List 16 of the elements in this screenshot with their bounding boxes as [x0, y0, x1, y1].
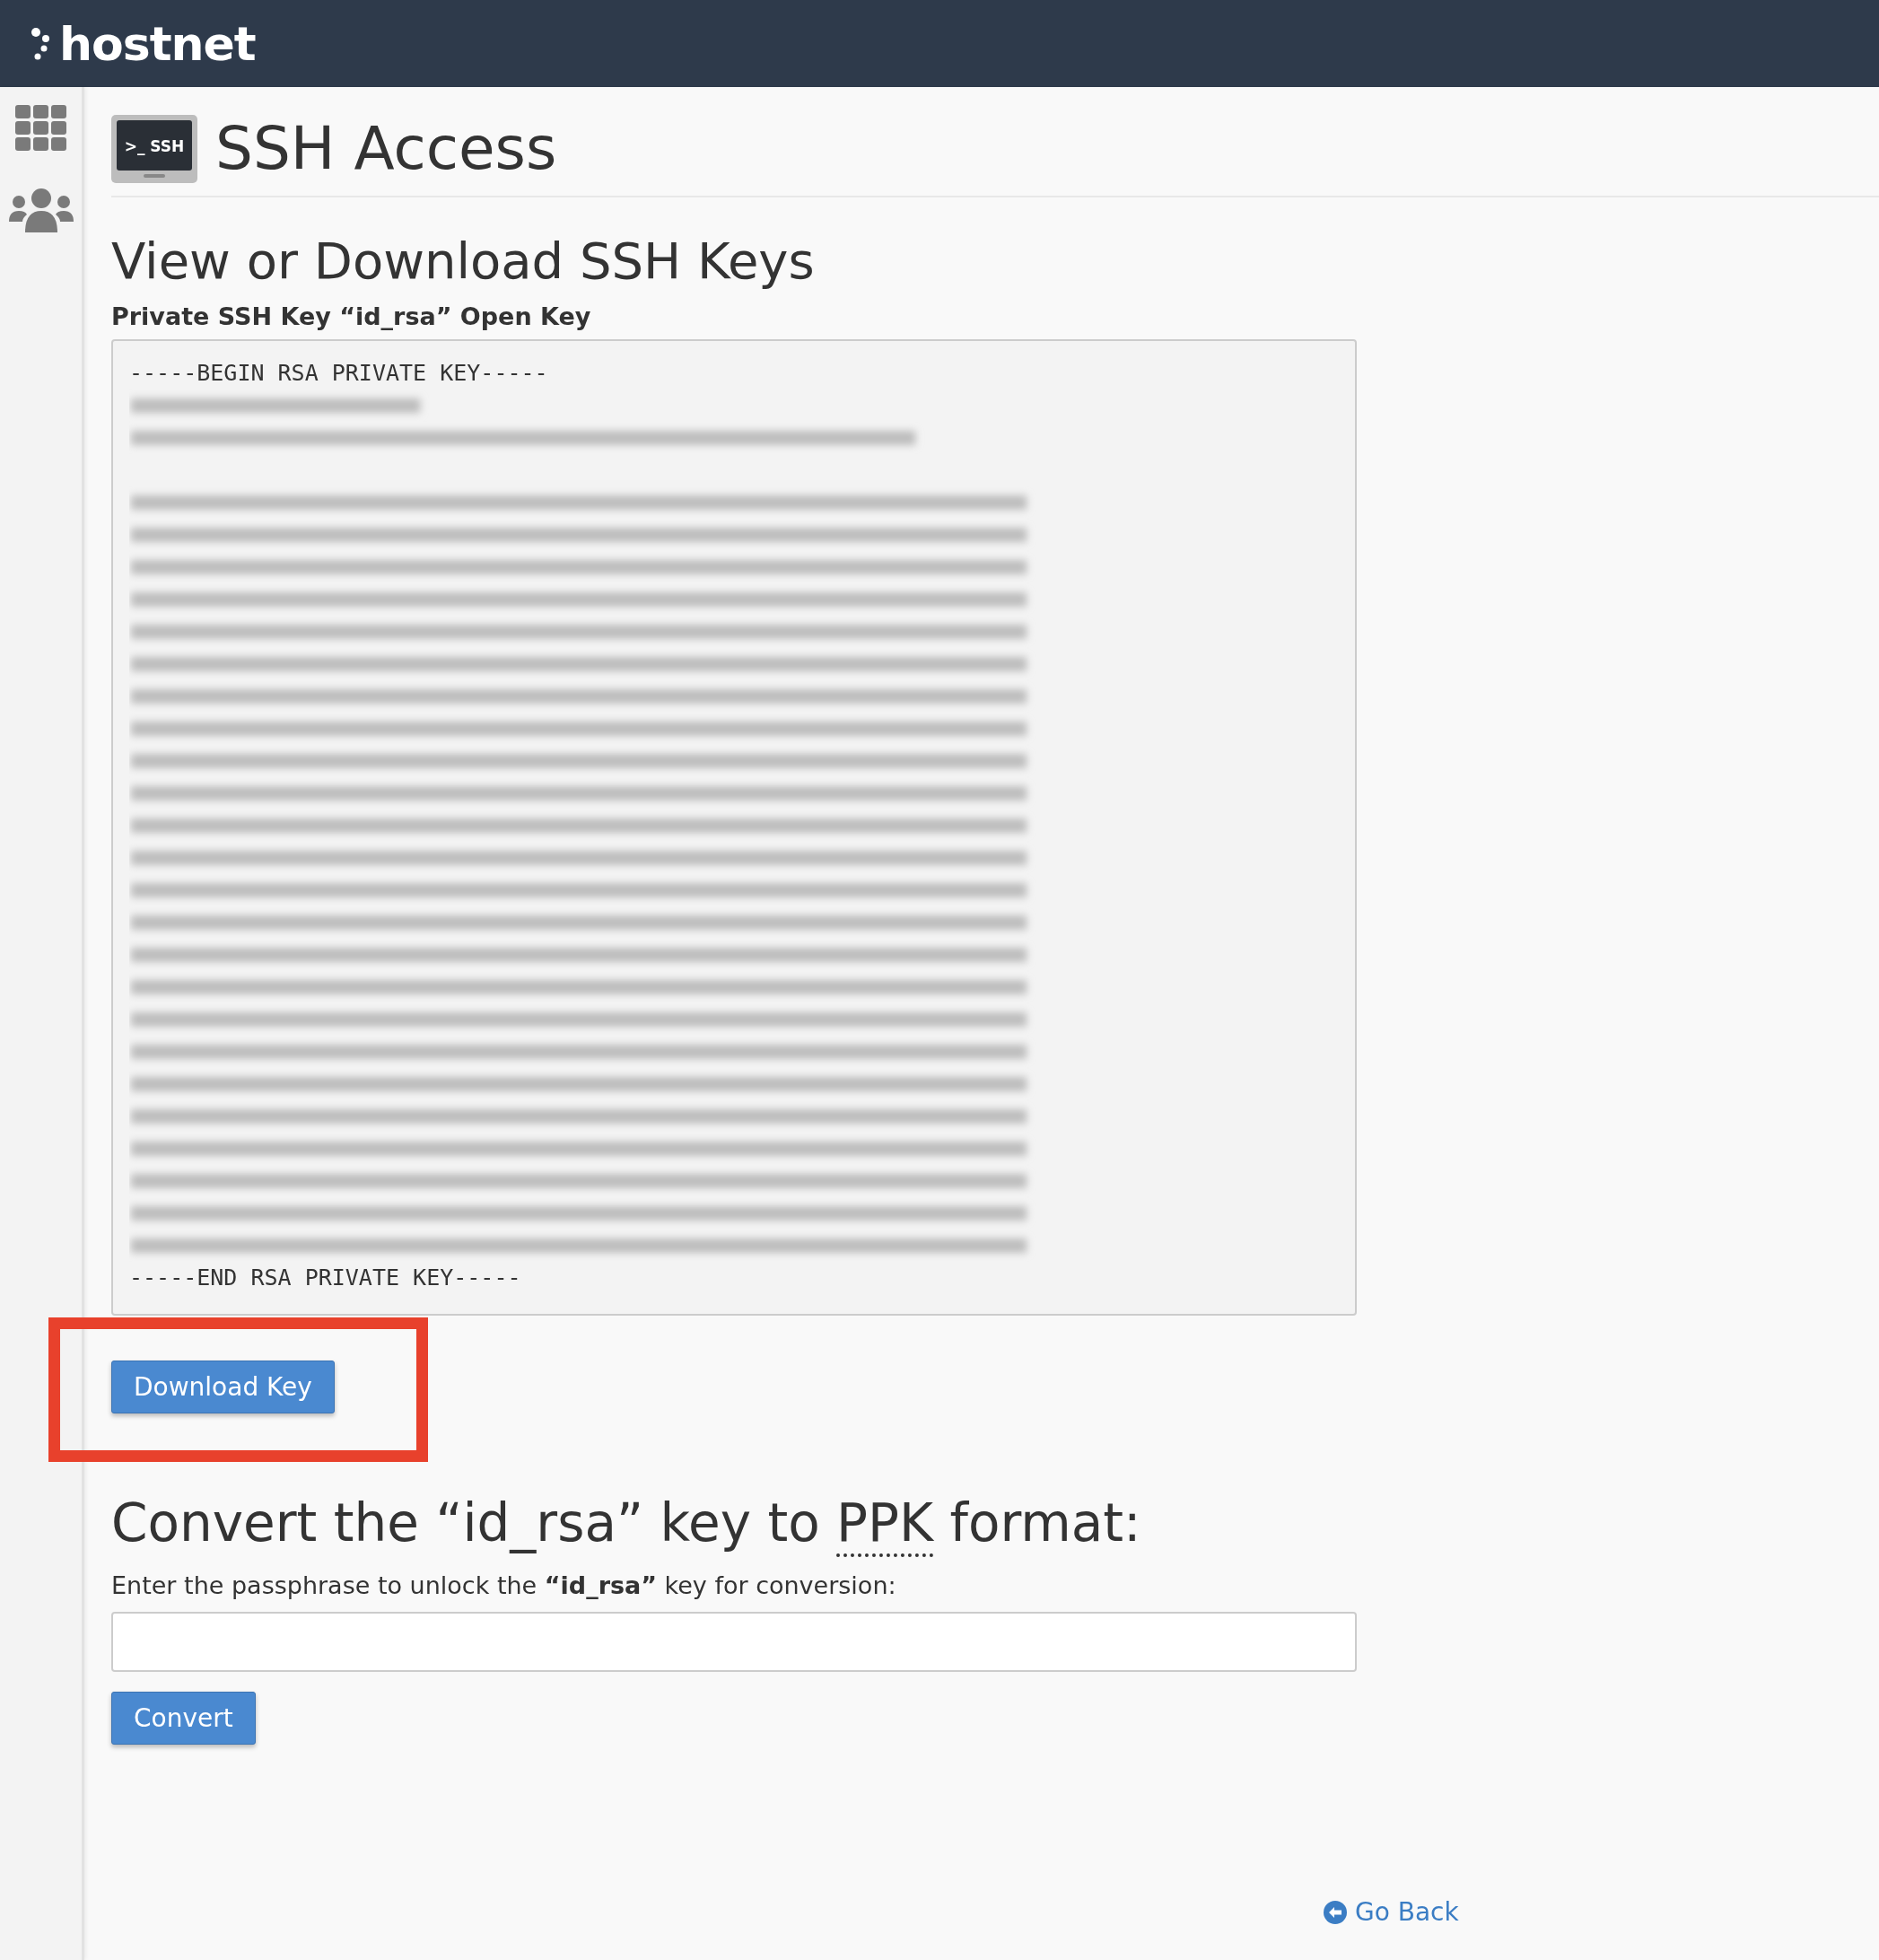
key-text-area[interactable]: -----BEGIN RSA PRIVATE KEY----- -----END RSA PRIVATE KEY----- [111, 339, 1357, 1316]
logo-dots-icon [31, 26, 52, 61]
key-begin-line: -----BEGIN RSA PRIVATE KEY----- [129, 359, 549, 388]
go-back-link[interactable]: Go Back [1323, 1897, 1459, 1927]
convert-button[interactable]: Convert [111, 1692, 256, 1745]
logo[interactable]: hostnet [59, 20, 256, 67]
section-title: View or Download SSH Keys [111, 232, 816, 290]
users-icon[interactable] [8, 188, 74, 232]
key-end-line: -----END RSA PRIVATE KEY----- [129, 1264, 522, 1292]
key-label: Private SSH Key “id_rsa” Open Key [111, 302, 592, 330]
page-title: SSH Access [215, 114, 557, 183]
download-key-button[interactable]: Download Key [111, 1361, 335, 1413]
ssh-terminal-icon: >_ SSH [111, 114, 197, 183]
grid-icon[interactable] [14, 105, 67, 152]
passphrase-input[interactable] [111, 1612, 1357, 1672]
passphrase-label: Enter the passphrase to unlock the “id_rsa” key for conversion: [111, 1571, 897, 1599]
